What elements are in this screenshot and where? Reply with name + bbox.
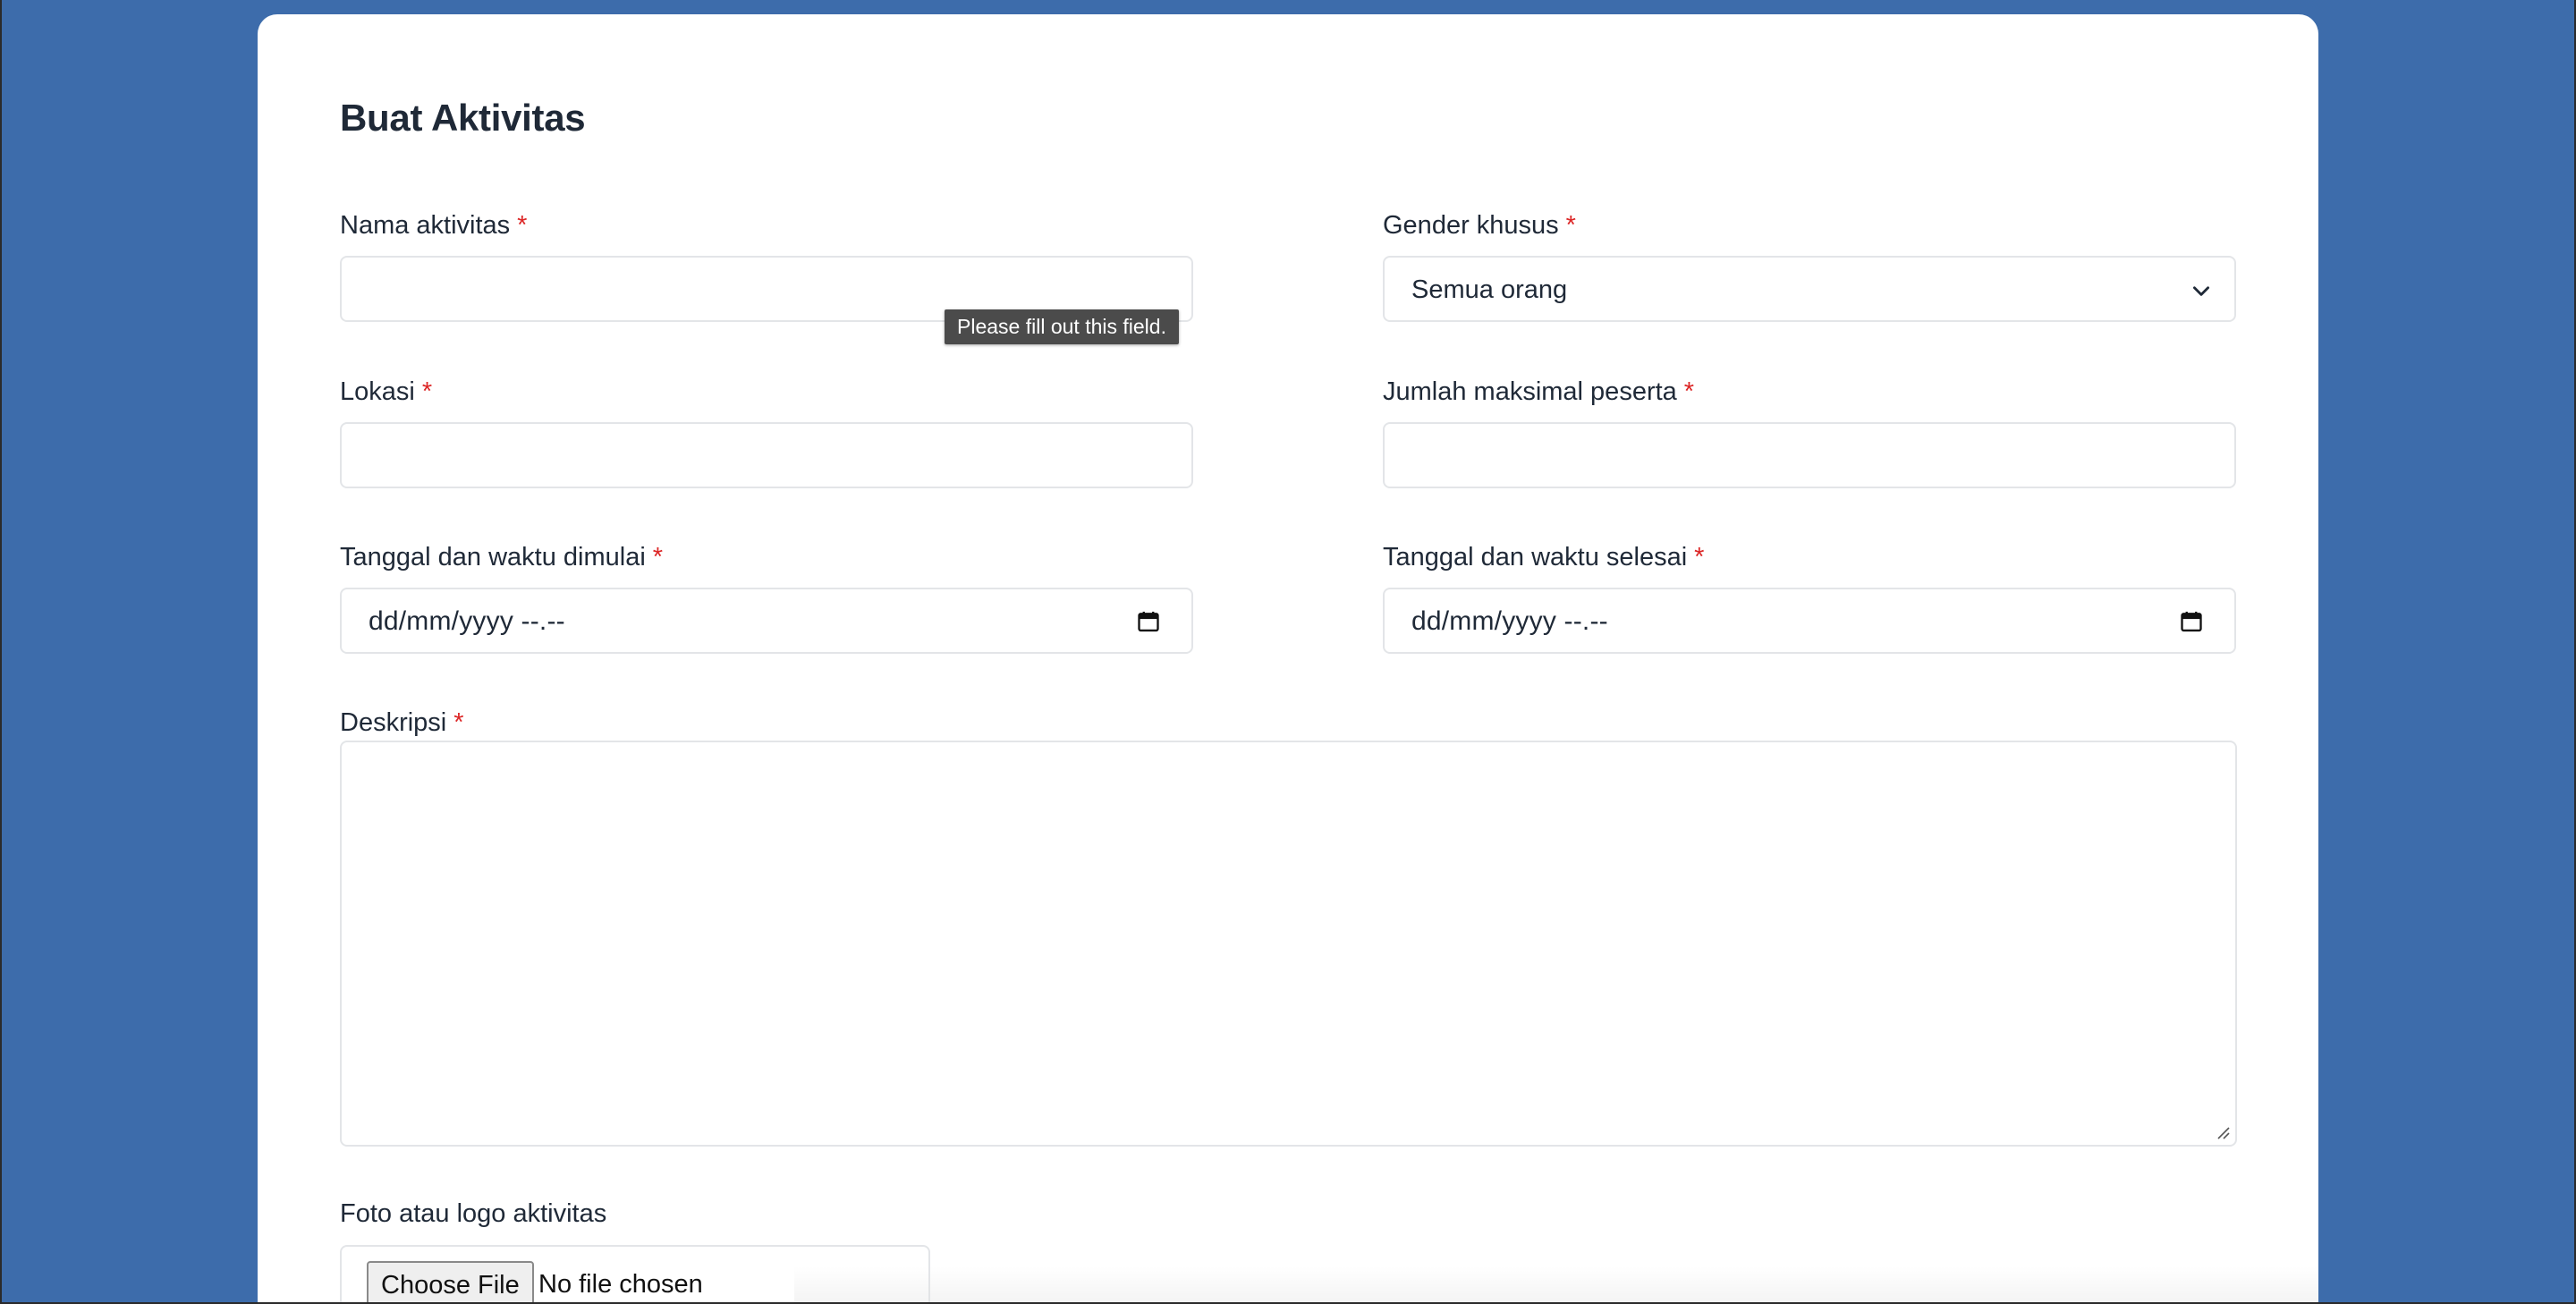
jumlah-peserta-label: Jumlah maksimal peserta * xyxy=(1383,377,1694,407)
jumlah-peserta-label-text: Jumlah maksimal peserta xyxy=(1383,377,1677,406)
required-marker: * xyxy=(517,211,528,240)
foto-logo-label: Foto atau logo aktivitas xyxy=(340,1199,607,1228)
gender-khusus-label-text: Gender khusus xyxy=(1383,211,1559,240)
bottom-shadow xyxy=(794,1266,2318,1304)
gender-khusus-label: Gender khusus * xyxy=(1383,211,1576,241)
chevron-down-icon xyxy=(2193,286,2209,296)
tanggal-dimulai-label-text: Tanggal dan waktu dimulai xyxy=(340,543,646,572)
tanggal-selesai-label: Tanggal dan waktu selesai * xyxy=(1383,543,1704,572)
deskripsi-label: Deskripsi * xyxy=(340,708,464,738)
required-marker: * xyxy=(1683,377,1695,406)
deskripsi-label-text: Deskripsi xyxy=(340,708,447,737)
choose-file-button[interactable]: Choose File xyxy=(367,1261,534,1304)
file-status-text: No file chosen xyxy=(538,1270,703,1299)
form-card: Buat Aktivitas Nama aktivitas * Gender kh… xyxy=(258,14,2318,1304)
page-title: Buat Aktivitas xyxy=(340,97,586,139)
lokasi-label: Lokasi * xyxy=(340,377,432,407)
tanggal-selesai-label-text: Tanggal dan waktu selesai xyxy=(1383,543,1688,572)
required-marker: * xyxy=(453,708,464,737)
gender-khusus-select[interactable]: Semua orang xyxy=(1383,256,2236,322)
resize-handle-icon[interactable] xyxy=(2216,1125,2230,1139)
required-marker: * xyxy=(421,377,433,406)
tanggal-dimulai-input[interactable]: dd/mm/yyyy --.-- xyxy=(340,588,1193,654)
lokasi-input[interactable] xyxy=(340,422,1193,488)
tanggal-dimulai-label: Tanggal dan waktu dimulai * xyxy=(340,543,663,572)
deskripsi-textarea[interactable] xyxy=(340,741,2237,1147)
validation-tooltip: Please fill out this field. xyxy=(945,309,1179,344)
required-marker: * xyxy=(1694,543,1705,572)
gender-selected-value: Semua orang xyxy=(1411,275,1568,304)
nama-aktivitas-label: Nama aktivitas * xyxy=(340,211,527,241)
required-marker: * xyxy=(652,543,664,572)
tanggal-selesai-input[interactable]: dd/mm/yyyy --.-- xyxy=(1383,588,2236,654)
datetime-placeholder: dd/mm/yyyy --.-- xyxy=(369,606,565,636)
lokasi-label-text: Lokasi xyxy=(340,377,415,406)
calendar-icon[interactable] xyxy=(2179,609,2204,634)
datetime-placeholder: dd/mm/yyyy --.-- xyxy=(1411,606,1608,636)
foto-file-input[interactable]: Choose File No file chosen xyxy=(340,1245,930,1304)
required-marker: * xyxy=(1565,211,1576,240)
jumlah-peserta-input[interactable] xyxy=(1383,422,2236,488)
calendar-icon[interactable] xyxy=(1136,609,1161,634)
nama-aktivitas-label-text: Nama aktivitas xyxy=(340,211,511,240)
